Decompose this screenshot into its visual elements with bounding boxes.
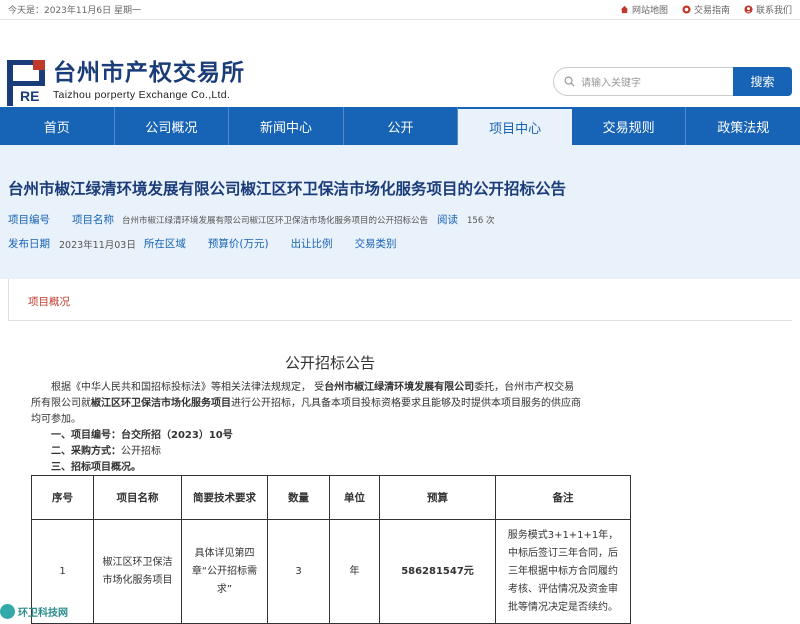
intro-text-1a: 根据《中华人民共和国招标投标法》等相关法律法规规定， 受 bbox=[51, 382, 325, 393]
col-quantity: 数量 bbox=[267, 475, 330, 520]
search-input[interactable]: 请输入关键字 bbox=[553, 67, 739, 96]
publish-date-label: 发布日期 bbox=[8, 238, 50, 250]
nav-home[interactable]: 首页 bbox=[0, 107, 115, 145]
item1-value: 台交所招（2023）10号 bbox=[121, 430, 233, 441]
nav-news-center[interactable]: 新闻中心 bbox=[229, 107, 344, 145]
project-name-value: 台州市椒江绿清环境发展有限公司椒江区环卫保洁市场化服务项目的公开招标公告 bbox=[122, 215, 429, 226]
intro-text-1c: 委托，台州市产权交易 bbox=[474, 382, 575, 393]
meta-row-1: 项目编号 项目名称 台州市椒江绿清环境发展有限公司椒江区环卫保洁市场化服务项目的… bbox=[8, 212, 494, 227]
search-placeholder: 请输入关键字 bbox=[581, 78, 641, 89]
nav-policies[interactable]: 政策法规 bbox=[686, 107, 800, 145]
item2-label: 二、采购方式： bbox=[51, 446, 121, 457]
col-name: 项目名称 bbox=[93, 475, 182, 520]
tab-project-overview[interactable]: 项目概况 bbox=[12, 290, 86, 309]
item-project-number: 一、项目编号：台交所招（2023）10号 bbox=[51, 428, 631, 444]
project-title: 台州市椒江绿清环境发展有限公司椒江区环卫保洁市场化服务项目的公开招标公告 bbox=[8, 180, 567, 198]
nav-announcement[interactable]: 公开 bbox=[344, 107, 459, 145]
item-project-overview: 三、招标项目概况。 bbox=[51, 460, 631, 476]
site-logo[interactable]: RE 台州市产权交易所 Taizhou porperty Exchange Co… bbox=[7, 60, 245, 106]
intro-line-1: 根据《中华人民共和国招标投标法》等相关法律法规规定， 受台州市椒江绿清环境发展有… bbox=[31, 380, 631, 396]
intro-paragraph: 根据《中华人民共和国招标投标法》等相关法律法规规定， 受台州市椒江绿清环境发展有… bbox=[31, 380, 631, 428]
cell-notes: 服务模式3+1+1+1年，中标后签订三年合同，后三年根据中标方合同履约考核、评估… bbox=[495, 519, 631, 624]
region-label: 所在区域 bbox=[143, 238, 186, 250]
tab-divider bbox=[8, 279, 9, 321]
cell-quantity: 3 bbox=[267, 519, 330, 624]
main-nav: 首页 公司概况 新闻中心 公开 项目中心 交易规则 政策法规 bbox=[0, 107, 800, 145]
project-name-bold: 椒江区环卫保洁市场化服务项目 bbox=[91, 398, 231, 409]
cell-name: 椒江区环卫保洁市场化服务项目 bbox=[93, 519, 182, 624]
guide-icon bbox=[682, 5, 691, 14]
item2-value: 公开招标 bbox=[121, 446, 161, 457]
site-map-label: 网站地图 bbox=[631, 6, 668, 16]
logo-mark-text: RE bbox=[20, 88, 40, 104]
top-links: 网站地图 交易指南 联系我们 bbox=[620, 3, 792, 16]
content-tabs: 项目概况 bbox=[0, 279, 800, 321]
trade-guide-link[interactable]: 交易指南 bbox=[682, 3, 730, 16]
trade-guide-label: 交易指南 bbox=[693, 6, 730, 16]
table-row: 1 椒江区环卫保洁市场化服务项目 具体详见第四章“公开招标需求” 3 年 586… bbox=[31, 519, 631, 624]
col-budget: 预算 bbox=[379, 475, 496, 520]
nav-company-overview[interactable]: 公司概况 bbox=[115, 107, 230, 145]
watermark: 环卫科技网 bbox=[0, 604, 68, 619]
intro-text-2a: 所有限公司就 bbox=[31, 398, 91, 409]
meta-row-2: 发布日期 2023年11月03日 所在区域 预算价(万元) 出让比例 交易类别 bbox=[8, 236, 397, 251]
client-name: 台州市椒江绿清环境发展有限公司 bbox=[324, 382, 475, 393]
search-icon bbox=[564, 76, 575, 87]
logo-english-name: Taizhou porperty Exchange Co.,Ltd. bbox=[53, 89, 231, 101]
intro-line-3: 均可参加。 bbox=[31, 414, 81, 425]
cell-budget: 586281547元 bbox=[379, 519, 496, 624]
table-header-row: 序号 项目名称 简要技术要求 数量 单位 预算 备注 bbox=[31, 475, 631, 520]
items-list: 一、项目编号：台交所招（2023）10号 二、采购方式：公开招标 三、招标项目概… bbox=[31, 428, 631, 476]
contact-label: 联系我们 bbox=[755, 6, 792, 16]
document-title: 公开招标公告 bbox=[284, 354, 375, 372]
contact-link[interactable]: 联系我们 bbox=[744, 3, 792, 16]
item-procurement-method: 二、采购方式：公开招标 bbox=[51, 444, 631, 460]
project-number-label: 项目编号 bbox=[8, 214, 50, 226]
project-name-label: 项目名称 bbox=[72, 214, 114, 226]
bid-table: 序号 项目名称 简要技术要求 数量 单位 预算 备注 1 椒江区环卫保洁市场化服… bbox=[31, 475, 631, 624]
budget-price-label: 预算价(万元) bbox=[207, 238, 269, 250]
item3-label: 三、招标项目概况。 bbox=[51, 462, 141, 473]
item1-label: 一、项目编号： bbox=[51, 430, 121, 441]
views-label: 阅读 bbox=[437, 214, 459, 226]
intro-text-2c: 进行公开招标，凡具备本项目投标资格要求且能够及时提供本项目服务的供应商 bbox=[231, 398, 581, 409]
col-unit: 单位 bbox=[329, 475, 380, 520]
col-no: 序号 bbox=[31, 475, 94, 520]
logo-chinese-name: 台州市产权交易所 bbox=[53, 60, 245, 86]
nav-trading-rules[interactable]: 交易规则 bbox=[572, 107, 687, 145]
publish-date-value: 2023年11月03日 bbox=[59, 239, 136, 251]
tab-underline bbox=[8, 320, 792, 321]
search-area: 请输入关键字 搜索 bbox=[553, 67, 792, 96]
contact-icon bbox=[744, 5, 753, 14]
intro-line-2: 所有限公司就椒江区环卫保洁市场化服务项目进行公开招标，凡具备本项目投标资格要求且… bbox=[31, 396, 631, 412]
views-value: 156 次 bbox=[467, 215, 495, 226]
transfer-ratio-label: 出让比例 bbox=[290, 238, 333, 250]
date-text: 今天是：2023年11月6日 星期一 bbox=[8, 6, 141, 16]
logo-mark: RE bbox=[7, 60, 45, 106]
watermark-text: 环卫科技网 bbox=[18, 608, 68, 619]
col-requirements: 简要技术要求 bbox=[181, 475, 268, 520]
project-info-panel: 台州市椒江绿清环境发展有限公司椒江区环卫保洁市场化服务项目的公开招标公告 项目编… bbox=[0, 145, 800, 279]
header: RE 台州市产权交易所 Taizhou porperty Exchange Co… bbox=[0, 20, 800, 107]
search-button[interactable]: 搜索 bbox=[733, 67, 792, 96]
nav-project-center[interactable]: 项目中心 bbox=[458, 109, 572, 145]
top-bar: 今天是：2023年11月6日 星期一 网站地图 交易指南 联系我们 bbox=[0, 0, 800, 20]
site-map-link[interactable]: 网站地图 bbox=[620, 3, 668, 16]
trade-type-label: 交易类别 bbox=[354, 238, 397, 250]
home-icon bbox=[620, 5, 629, 14]
cell-requirements: 具体详见第四章“公开招标需求” bbox=[181, 519, 268, 624]
cell-unit: 年 bbox=[329, 519, 380, 624]
col-notes: 备注 bbox=[495, 475, 631, 520]
watermark-logo-icon bbox=[0, 604, 15, 619]
